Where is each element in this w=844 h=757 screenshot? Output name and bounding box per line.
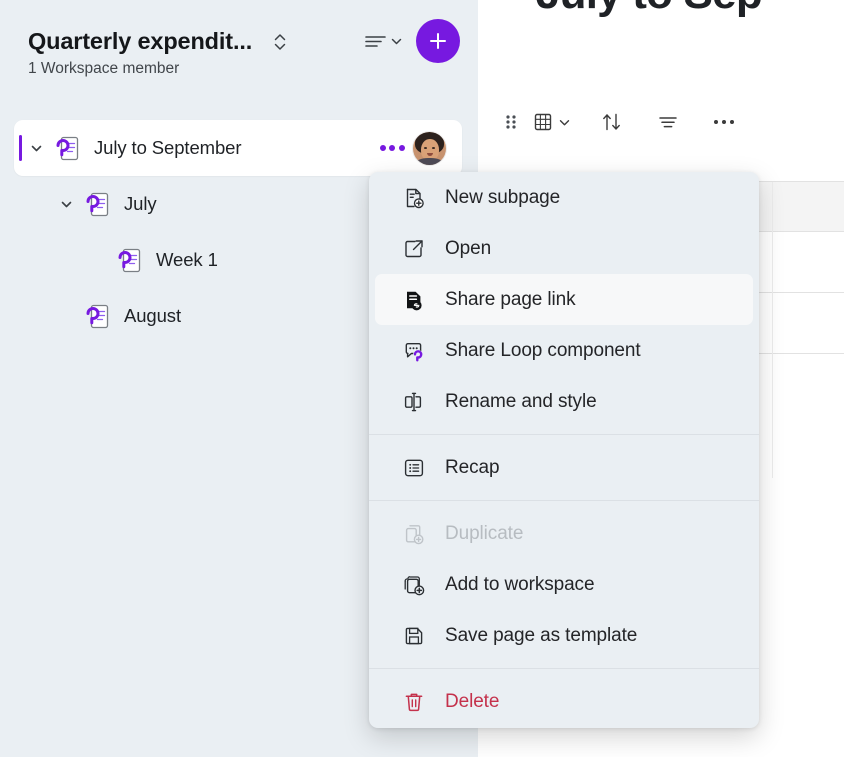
add-workspace-icon <box>401 572 427 598</box>
page-title: July to Sep <box>536 0 762 19</box>
sidebar-header-actions <box>360 19 460 63</box>
duplicate-icon <box>401 521 427 547</box>
loop-page-icon <box>54 134 80 162</box>
page-context-menu: New subpage Open <box>369 172 759 728</box>
open-external-icon <box>401 236 427 262</box>
workspace-title-row: Quarterly expendit... <box>28 22 291 62</box>
menu-item-new-subpage[interactable]: New subpage <box>375 172 753 223</box>
rename-style-icon <box>401 389 427 415</box>
table-view-icon <box>533 112 553 132</box>
tree-item-july-to-september[interactable]: July to September <box>14 120 462 176</box>
drag-handle-icon[interactable] <box>496 105 526 139</box>
menu-item-label: Share page link <box>445 289 576 311</box>
loop-page-icon <box>84 302 110 330</box>
menu-item-rename-and-style[interactable]: Rename and style <box>375 376 753 427</box>
menu-divider <box>369 434 759 435</box>
tree-item-label: July <box>124 193 157 215</box>
loop-page-icon <box>116 246 142 274</box>
loop-page-icon <box>84 190 110 218</box>
sort-lines-icon <box>364 31 388 51</box>
chevron-down-icon[interactable] <box>52 190 80 218</box>
context-menu-section: Duplicate Add to workspace <box>369 508 759 661</box>
sort-button[interactable] <box>590 105 634 139</box>
sort-pages-button[interactable] <box>360 24 406 58</box>
table-view-button[interactable] <box>526 105 578 139</box>
trash-icon <box>401 689 427 715</box>
menu-divider <box>369 500 759 501</box>
tree-item-label: Week 1 <box>156 249 218 271</box>
new-subpage-icon <box>401 185 427 211</box>
recap-icon <box>401 455 427 481</box>
menu-item-label: Rename and style <box>445 391 597 413</box>
menu-item-label: Duplicate <box>445 523 523 545</box>
app-root: Quarterly expendit... 1 Workspace member <box>0 0 844 757</box>
tree-item-label: July to September <box>94 137 241 159</box>
avatar[interactable] <box>413 132 446 165</box>
table-toolbar <box>496 103 746 141</box>
add-page-button[interactable] <box>416 19 460 63</box>
menu-item-duplicate: Duplicate <box>375 508 753 559</box>
workspace-title[interactable]: Quarterly expendit... <box>28 30 252 54</box>
tree-item-label: August <box>124 305 181 327</box>
menu-item-label: Share Loop component <box>445 340 641 362</box>
menu-item-label: New subpage <box>445 187 560 209</box>
sort-arrows-icon <box>600 111 624 133</box>
menu-item-label: Save page as template <box>445 625 637 647</box>
column-divider <box>772 182 773 478</box>
menu-item-share-page-link[interactable]: Share page link <box>375 274 753 325</box>
chevron-up-down-icon[interactable] <box>269 29 291 55</box>
chevron-down-icon <box>558 116 571 129</box>
sidebar-header: Quarterly expendit... 1 Workspace member <box>0 0 478 96</box>
filter-icon <box>657 113 679 131</box>
chevron-down-icon[interactable] <box>22 134 50 162</box>
menu-divider <box>369 668 759 669</box>
menu-item-label: Delete <box>445 691 499 713</box>
plus-icon <box>427 30 449 52</box>
context-menu-section: Delete <box>369 676 759 727</box>
menu-item-open[interactable]: Open <box>375 223 753 274</box>
menu-item-recap[interactable]: Recap <box>375 442 753 493</box>
menu-item-label: Recap <box>445 457 499 479</box>
share-page-link-icon <box>401 287 427 313</box>
menu-item-save-page-as-template[interactable]: Save page as template <box>375 610 753 661</box>
context-menu-section: Recap <box>369 442 759 493</box>
menu-item-add-to-workspace[interactable]: Add to workspace <box>375 559 753 610</box>
context-menu-section: New subpage Open <box>369 172 759 427</box>
more-horizontal-icon[interactable] <box>377 133 407 163</box>
chevron-down-icon <box>390 35 403 48</box>
filter-button[interactable] <box>646 105 690 139</box>
menu-item-delete[interactable]: Delete <box>375 676 753 727</box>
menu-item-label: Add to workspace <box>445 574 594 596</box>
table-more-button[interactable] <box>702 105 746 139</box>
save-icon <box>401 623 427 649</box>
workspace-member-count: 1 Workspace member <box>28 60 179 78</box>
chevron-placeholder <box>52 302 80 330</box>
menu-item-label: Open <box>445 238 491 260</box>
menu-item-share-loop-component[interactable]: Share Loop component <box>375 325 753 376</box>
share-loop-icon <box>401 338 427 364</box>
